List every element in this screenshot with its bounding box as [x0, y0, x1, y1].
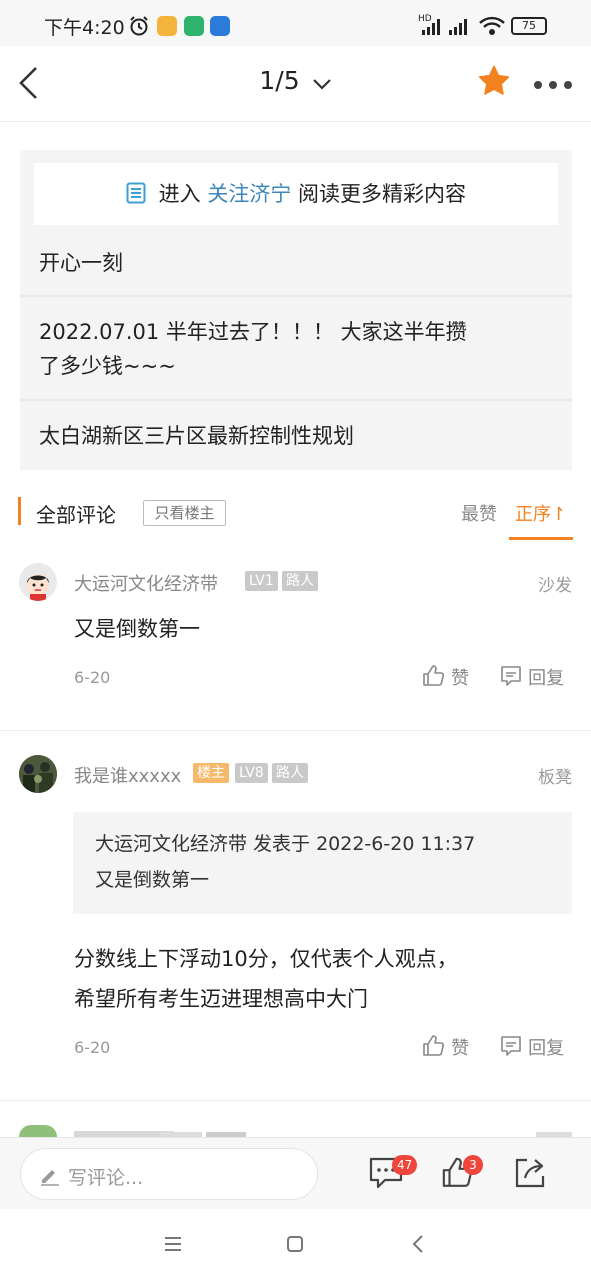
thumb-up-icon: [422, 1034, 446, 1062]
sort-asc-tab[interactable]: 正序↾: [515, 500, 566, 526]
role-badge: 路人: [272, 763, 308, 783]
page-indicator: 1/5: [259, 66, 300, 95]
thumb-up-icon: [422, 664, 446, 692]
sort-tab-indicator: [509, 537, 573, 540]
list-icon: [126, 166, 146, 228]
comments-title: 全部评论: [36, 503, 116, 527]
level-badge: LV8: [235, 763, 268, 783]
banner-suffix: 阅读更多精彩内容: [298, 182, 467, 206]
follow-banner[interactable]: 进入 关注济宁 阅读更多精彩内容: [34, 163, 558, 225]
battery-icon: 75: [511, 17, 547, 35]
quote-body: 又是倒数第一: [95, 869, 210, 891]
like-count-badge: 3: [463, 1155, 483, 1175]
battery-level: 75: [522, 19, 536, 32]
comment-body-line2: 希望所有考生迈进理想高中大门: [74, 987, 368, 1011]
divider: [0, 1100, 591, 1101]
comment-bubble-icon: [368, 1157, 404, 1194]
thumb-up-icon: [441, 1157, 475, 1194]
comment-body-line1: 分数线上下浮动10分，仅代表个人观点，: [74, 947, 458, 971]
avatar[interactable]: [19, 563, 57, 601]
share-button[interactable]: [513, 1156, 547, 1194]
only-host-button[interactable]: 只看楼主: [143, 500, 226, 526]
quoted-comment[interactable]: 大运河文化经济带 发表于 2022-6-20 11:37 又是倒数第一: [73, 812, 572, 914]
system-nav-bar: [0, 1209, 591, 1280]
comment-placeholder: 写评论...: [68, 1167, 144, 1189]
related-item[interactable]: 太白湖新区三片区最新控制性规划: [20, 419, 572, 453]
shield-app-icon: [184, 16, 204, 36]
chevron-down-icon: [312, 68, 332, 97]
banner-prefix: 进入: [158, 182, 201, 206]
comment-bubble-icon: [499, 664, 523, 692]
pencil-icon: [39, 1164, 61, 1190]
like-label: 赞: [451, 668, 470, 689]
status-time: 下午4:20: [44, 17, 125, 39]
home-icon[interactable]: [286, 1235, 304, 1257]
signal-icon: [420, 18, 472, 40]
quote-header: 大运河文化经济带 发表于 2022-6-20 11:37: [95, 833, 476, 855]
reply-button[interactable]: 回复: [499, 664, 564, 692]
notes-app-icon: [157, 16, 177, 36]
comment-body: 分数线上下浮动10分，仅代表个人观点， 希望所有考生迈进理想高中大门: [74, 939, 458, 1019]
related-title-line2: 了多少钱~~~: [39, 354, 176, 378]
sort-hot-tab[interactable]: 最赞: [461, 500, 497, 526]
comment-username[interactable]: 我是谁xxxxx: [74, 762, 181, 788]
avatar[interactable]: [19, 1125, 57, 1137]
related-title: 开心一刻: [39, 251, 123, 275]
divider: [20, 399, 572, 401]
like-button[interactable]: 赞: [422, 664, 469, 692]
wifi-icon: [479, 16, 505, 40]
comment-input[interactable]: 写评论...: [20, 1148, 318, 1200]
status-bar: 下午4:20 HD 75: [0, 0, 591, 46]
related-title-line1: 2022.07.01 半年过去了！！！ 大家这半年攒: [39, 320, 467, 344]
avatar[interactable]: [19, 755, 57, 793]
reply-label: 回复: [528, 668, 565, 689]
floor-label: 板凳: [538, 768, 572, 788]
role-badge: 路人: [282, 571, 318, 591]
top-nav: 1/5: [0, 46, 591, 122]
comment-bubble-icon: [499, 1034, 523, 1062]
section-accent-bar: [18, 497, 21, 525]
comment-body: 又是倒数第一: [74, 617, 200, 641]
comment-date: 6-20: [74, 668, 111, 687]
more-icon[interactable]: [532, 76, 574, 95]
reply-label: 回复: [528, 1038, 565, 1059]
host-badge: 楼主: [193, 763, 229, 783]
reply-button[interactable]: 回复: [499, 1034, 564, 1062]
comment-date: 6-20: [74, 1038, 111, 1057]
comment-count-badge: 47: [392, 1155, 418, 1175]
like-button[interactable]: 赞: [422, 1034, 469, 1062]
divider: [20, 295, 572, 297]
banner-link[interactable]: 关注济宁: [207, 182, 291, 206]
divider: [0, 730, 591, 731]
menu-icon[interactable]: [163, 1235, 183, 1257]
star-icon[interactable]: [477, 64, 511, 102]
payment-app-icon: [210, 16, 230, 36]
comment-username[interactable]: 大运河文化经济带: [74, 570, 218, 596]
related-item[interactable]: 2022.07.01 半年过去了！！！ 大家这半年攒 了多少钱~~~: [20, 315, 572, 383]
related-item[interactable]: 开心一刻: [20, 246, 572, 280]
like-label: 赞: [451, 1038, 470, 1059]
floor-label: 沙发: [538, 576, 572, 596]
alarm-icon: [128, 15, 150, 41]
bottom-action-bar: 写评论... 47 3: [0, 1137, 591, 1209]
share-icon: [513, 1158, 547, 1194]
level-badge: LV1: [245, 571, 278, 591]
related-title: 太白湖新区三片区最新控制性规划: [39, 424, 354, 448]
related-card: 进入 关注济宁 阅读更多精彩内容 开心一刻 2022.07.01 半年过去了！！…: [20, 150, 572, 470]
back-nav-icon[interactable]: [410, 1234, 426, 1258]
